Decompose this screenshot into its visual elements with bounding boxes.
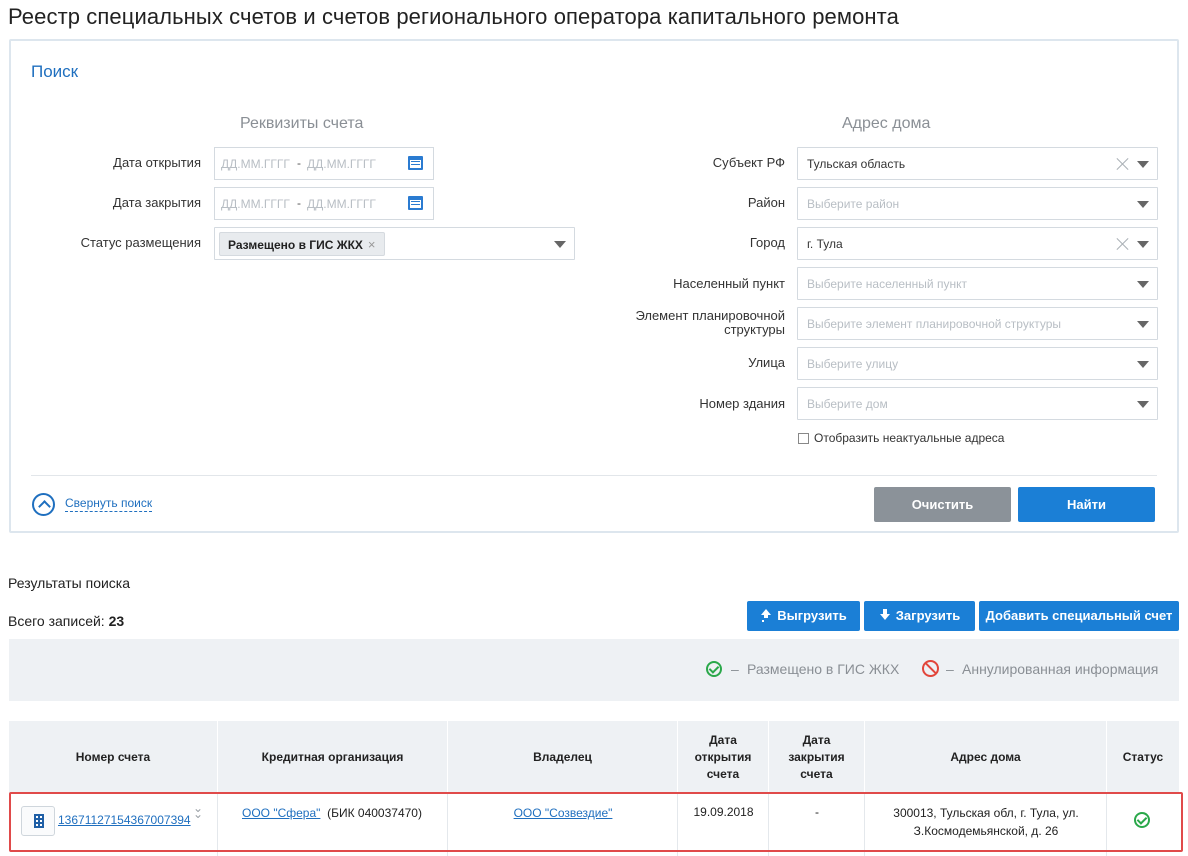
show-inactive-label[interactable]: Отобразить неактуальные адреса [814,431,1004,445]
chevron-down-icon[interactable] [1137,361,1149,368]
date-separator: - [297,196,301,210]
chevron-up-circle-icon[interactable] [32,493,55,516]
import-label: Загрузить [895,608,961,623]
subject-value: Тульская область [807,157,906,171]
planning-element-select[interactable]: Выберите элемент планировочной структуры [797,307,1158,340]
legend-placed-label: Размещено в ГИС ЖКХ [747,661,900,677]
subject-select[interactable]: Тульская область [797,147,1158,180]
calendar-icon[interactable] [408,196,423,210]
tag-label: Размещено в ГИС ЖКХ [228,238,363,252]
open-date-from-input[interactable]: ДД.ММ.ГГГГ [221,157,290,171]
building-label: Номер здания [699,396,785,411]
settlement-label: Населенный пункт [673,276,785,291]
planning-element-label: Элемент планировочной структуры [611,309,785,337]
district-placeholder: Выберите район [807,197,900,211]
prohibited-icon [922,660,939,677]
close-date-label: Дата закрытия [112,195,201,210]
check-circle-icon [706,661,722,677]
total-count: 23 [108,613,125,629]
clear-button[interactable]: Очистить [874,487,1011,522]
import-button[interactable]: Загрузить [864,601,975,631]
city-select[interactable]: г. Тула [797,227,1158,260]
col-address[interactable]: Адрес дома [865,721,1107,793]
col-account-number[interactable]: Номер счета [9,721,218,793]
close-date-range[interactable]: ДД.ММ.ГГГГ - ДД.ММ.ГГГГ [214,187,434,220]
col-close-date-l2: закрытия [788,749,845,764]
add-special-account-button[interactable]: Добавить специальный счет [979,601,1179,631]
city-value: г. Тула [807,237,843,251]
date-separator: - [297,156,301,170]
tag-remove-icon[interactable]: × [368,237,376,252]
col-owner[interactable]: Владелец [448,721,678,793]
close-date-from-input[interactable]: ДД.ММ.ГГГГ [221,197,290,211]
find-button[interactable]: Найти [1018,487,1155,522]
status-legend: – Размещено в ГИС ЖКХ – Аннулированная и… [9,639,1179,701]
placement-status-label: Статус размещения [80,235,201,250]
building-select[interactable]: Выберите дом [797,387,1158,420]
selected-status-tag[interactable]: Размещено в ГИС ЖКХ × [219,232,385,256]
col-bank[interactable]: Кредитная организация [218,721,448,793]
clear-icon[interactable] [1116,157,1130,171]
street-select[interactable]: Выберите улицу [797,347,1158,380]
chevron-down-icon[interactable] [1137,241,1149,248]
calendar-icon[interactable] [408,156,423,170]
col-open-date[interactable]: Дата открытия счета [678,721,769,793]
planning-element-label-line2: структуры [724,322,785,337]
chevron-down-icon[interactable] [554,241,566,248]
open-date-range[interactable]: ДД.ММ.ГГГГ - ДД.ММ.ГГГГ [214,147,434,180]
divider [31,475,1157,476]
city-label: Город [749,235,785,250]
col-close-date[interactable]: Дата закрытия счета [769,721,865,793]
col-close-date-l1: Дата [802,732,831,747]
col-open-date-l2: открытия [694,749,752,764]
chevron-down-icon[interactable] [1137,401,1149,408]
export-button[interactable]: Выгрузить [747,601,860,631]
col-open-date-l3: счета [706,766,740,781]
total-records: Всего записей: 23 [8,613,124,629]
upload-icon [760,609,772,621]
results-title: Результаты поиска [8,575,131,591]
district-select[interactable]: Выберите район [797,187,1158,220]
collapse-search-link[interactable]: Свернуть поиск [65,496,153,512]
settlement-select[interactable]: Выберите населенный пункт [797,267,1158,300]
chevron-down-icon[interactable] [1137,161,1149,168]
open-date-to-input[interactable]: ДД.ММ.ГГГГ [307,157,376,171]
close-date-to-input[interactable]: ДД.ММ.ГГГГ [307,197,376,211]
show-inactive-checkbox[interactable] [798,433,809,444]
open-date-label: Дата открытия [113,155,201,170]
col-status[interactable]: Статус [1107,721,1179,793]
search-title: Поиск [31,62,79,81]
legend-annulled-label: Аннулированная информация [962,661,1159,677]
subject-label: Субъект РФ [712,155,785,170]
placement-status-select[interactable]: Размещено в ГИС ЖКХ × [214,227,575,260]
clear-icon[interactable] [1116,237,1130,251]
planning-element-label-line1: Элемент планировочной [635,308,785,323]
row-highlight [9,792,1183,852]
col-close-date-l3: счета [800,766,833,781]
total-label: Всего записей: [8,613,105,629]
account-section-title: Реквизиты счета [240,115,364,132]
planning-element-placeholder: Выберите элемент планировочной структуры [807,317,1062,331]
district-label: Район [747,195,785,210]
legend-dash: – [731,661,739,677]
settlement-placeholder: Выберите населенный пункт [807,277,967,291]
chevron-down-icon[interactable] [1137,281,1149,288]
download-icon [879,609,891,621]
chevron-down-icon[interactable] [1137,201,1149,208]
building-placeholder: Выберите дом [807,397,888,411]
col-open-date-l1: Дата [709,732,737,747]
export-label: Выгрузить [777,608,847,623]
address-section-title: Адрес дома [842,115,931,132]
street-label: Улица [748,355,785,370]
search-panel: Поиск Реквизиты счета Адрес дома Дата от… [9,39,1179,533]
legend-dash: – [946,661,954,677]
street-placeholder: Выберите улицу [807,357,899,371]
page-title: Реестр специальных счетов и счетов регио… [8,4,899,29]
chevron-down-icon[interactable] [1137,321,1149,328]
table-header: Номер счета Кредитная организация Владел… [9,721,1179,793]
